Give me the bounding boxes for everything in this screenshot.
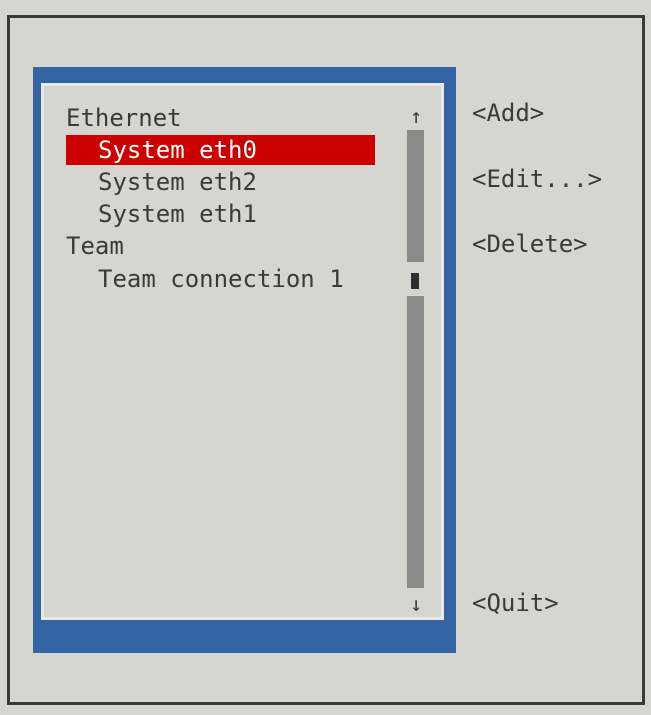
list-item-system-eth0[interactable]: System eth0 [66,135,375,165]
list-item-team-connection-1[interactable]: Team connection 1 [98,264,344,294]
scroll-down-arrow-icon[interactable]: ↓ [406,592,426,616]
scroll-up-arrow-icon[interactable]: ↑ [406,104,426,128]
list-item-system-eth2[interactable]: System eth2 [98,167,257,197]
add-button[interactable]: <Add> [472,98,544,128]
delete-button[interactable]: <Delete> [472,229,588,259]
list-item-system-eth1[interactable]: System eth1 [98,199,257,229]
edit-button[interactable]: <Edit...> [472,164,602,194]
quit-button[interactable]: <Quit> [472,588,559,618]
scrollbar-thumb[interactable] [411,273,419,289]
group-header-ethernet: Ethernet [66,104,182,132]
nmtui-screen: Ethernet System eth0 System eth2 System … [0,0,651,715]
group-header-team: Team [66,232,124,260]
connection-list-panel: Ethernet System eth0 System eth2 System … [33,67,456,653]
scrollbar-track-upper[interactable] [407,130,424,262]
scrollbar-track-lower[interactable] [407,296,424,588]
connection-list[interactable]: Ethernet System eth0 System eth2 System … [41,83,444,620]
